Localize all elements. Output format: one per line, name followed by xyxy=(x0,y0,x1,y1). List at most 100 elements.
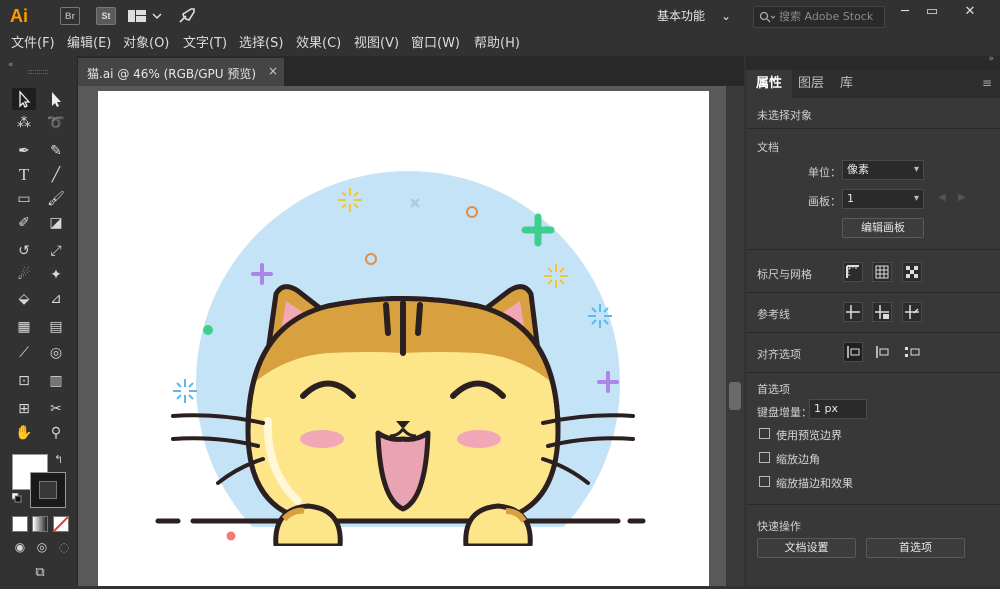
panel-menu-icon[interactable]: ≡ xyxy=(982,76,992,90)
grid-icon[interactable] xyxy=(872,262,892,282)
stock-button[interactable]: St xyxy=(96,7,116,25)
document-tab-label: 猫.ai @ 46% (RGB/GPU 预览) xyxy=(87,67,257,81)
align-to-key-object-icon[interactable] xyxy=(872,342,892,362)
edit-artboards-button[interactable]: 编辑画板 xyxy=(842,218,924,238)
pen-tool-icon[interactable]: ✒ xyxy=(12,140,36,162)
restore-button[interactable]: ▭ xyxy=(920,4,944,20)
document-tab[interactable]: 猫.ai @ 46% (RGB/GPU 预览) × xyxy=(78,58,284,86)
menu-select[interactable]: 选择(S) xyxy=(239,36,283,52)
menu-edit[interactable]: 编辑(E) xyxy=(67,36,111,52)
lasso-tool-icon[interactable]: ➰ xyxy=(44,112,68,134)
rectangle-tool-icon[interactable]: ▭ xyxy=(12,188,36,210)
gradient-tool-icon[interactable]: ▤ xyxy=(44,316,68,338)
scale-tool-icon[interactable]: ⤢ xyxy=(44,240,68,262)
tools-panel: « ⁂ ➰ ✒ ✎ T ╱ ▭ 🖌 ✐ ◪ ↺ ⤢ ☄ ✦ ⬙ ⊿ ▦ ▤ ⟋ … xyxy=(0,56,78,586)
quick-actions-title: 快速操作 xyxy=(757,520,801,533)
swap-fill-stroke-icon[interactable]: ↰ xyxy=(54,453,63,466)
rotate-tool-icon[interactable]: ↺ xyxy=(12,240,36,262)
none-mode-icon[interactable] xyxy=(53,516,69,532)
perspective-grid-tool-icon[interactable]: ⊿ xyxy=(44,288,68,310)
menu-object[interactable]: 对象(O) xyxy=(123,36,169,52)
units-select[interactable]: 像素 ▾ xyxy=(842,160,924,180)
paintbrush-tool-icon[interactable]: 🖌 xyxy=(44,188,68,210)
artboard-select[interactable]: 1 ▾ xyxy=(842,189,924,209)
puppet-warp-tool-icon[interactable]: ✦ xyxy=(44,264,68,286)
artboard[interactable] xyxy=(98,91,709,589)
chevron-down-icon: ⌄ xyxy=(721,9,732,23)
layout-grid-icon xyxy=(128,10,162,22)
keyboard-increment-input[interactable]: 1 px xyxy=(809,399,867,419)
zoom-tool-icon[interactable]: ⚲ xyxy=(44,422,68,444)
tab-layers[interactable]: 图层 xyxy=(788,70,834,98)
draw-normal-icon[interactable]: ◉ xyxy=(8,536,32,558)
vertical-scrollbar[interactable] xyxy=(726,86,744,586)
mesh-tool-icon[interactable]: ▦ xyxy=(12,316,36,338)
expand-panel-icon[interactable]: » xyxy=(988,54,994,64)
scale-corners-label: 缩放边角 xyxy=(776,453,820,466)
arrange-documents-button[interactable] xyxy=(128,9,166,23)
menu-file[interactable]: 文件(F) xyxy=(11,36,55,52)
chevron-down-icon: ▾ xyxy=(913,193,919,204)
close-icon[interactable]: × xyxy=(268,64,278,78)
smart-guides-icon[interactable] xyxy=(902,302,922,322)
preferences-title: 首选项 xyxy=(757,383,790,396)
gpu-performance-button[interactable] xyxy=(176,6,198,26)
preferences-button[interactable]: 首选项 xyxy=(866,538,965,558)
menu-help[interactable]: 帮助(H) xyxy=(474,36,520,52)
shaper-tool-icon[interactable]: ✐ xyxy=(12,212,36,234)
next-artboard-icon[interactable]: ▶ xyxy=(958,192,966,203)
minimize-button[interactable]: ─ xyxy=(893,4,917,20)
title-bar: Ai Br St 基本功能 ⌄ 搜索 Adobe Stock ─ ▭ ✕ xyxy=(0,0,1000,32)
collapse-panel-icon[interactable]: « xyxy=(8,60,14,70)
menu-type[interactable]: 文字(T) xyxy=(183,36,227,52)
slice-tool-icon[interactable]: ✂ xyxy=(44,398,68,420)
tab-libraries[interactable]: 库 xyxy=(830,70,863,98)
canvas-area[interactable] xyxy=(78,86,726,589)
draw-behind-icon[interactable]: ◎ xyxy=(30,536,54,558)
gradient-mode-icon[interactable] xyxy=(32,516,48,532)
symbol-sprayer-tool-icon[interactable]: ⊡ xyxy=(12,370,36,392)
tab-properties[interactable]: 属性 xyxy=(746,70,793,98)
align-to-selection-icon[interactable] xyxy=(843,342,863,362)
eraser-tool-icon[interactable]: ◪ xyxy=(44,212,68,234)
lock-guides-icon[interactable] xyxy=(872,302,892,322)
workspace-switcher[interactable]: 基本功能 ⌄ xyxy=(657,7,737,25)
menu-window[interactable]: 窗口(W) xyxy=(411,36,460,52)
menu-effect[interactable]: 效果(C) xyxy=(296,36,341,52)
close-window-button[interactable]: ✕ xyxy=(958,4,982,20)
eyedropper-tool-icon[interactable]: ⟋ xyxy=(12,342,36,364)
blend-tool-icon[interactable]: ◎ xyxy=(44,342,68,364)
scrollbar-thumb[interactable] xyxy=(729,382,741,410)
bridge-button[interactable]: Br xyxy=(60,7,80,25)
curvature-tool-icon[interactable]: ✎ xyxy=(44,140,68,162)
stock-search-input[interactable]: 搜索 Adobe Stock xyxy=(753,6,885,28)
magic-wand-tool-icon[interactable]: ⁂ xyxy=(12,112,36,134)
document-setup-button[interactable]: 文档设置 xyxy=(757,538,856,558)
screen-mode-icon[interactable]: ⧉ xyxy=(28,562,52,584)
hand-tool-icon[interactable]: ✋ xyxy=(12,422,36,444)
panel-grip[interactable] xyxy=(28,70,48,74)
show-guides-icon[interactable] xyxy=(843,302,863,322)
line-tool-icon[interactable]: ╱ xyxy=(44,164,68,186)
type-tool-icon[interactable]: T xyxy=(12,164,36,186)
shape-builder-tool-icon[interactable]: ⬙ xyxy=(12,288,36,310)
stroke-swatch[interactable] xyxy=(30,472,66,508)
align-to-artboard-icon[interactable] xyxy=(902,342,922,362)
menu-view[interactable]: 视图(V) xyxy=(354,36,399,52)
app-logo: Ai xyxy=(10,6,28,26)
warp-tool-icon[interactable]: ☄ xyxy=(12,264,36,286)
default-colors-icon[interactable] xyxy=(11,492,22,503)
scale-corners-checkbox[interactable] xyxy=(759,452,770,463)
align-options-title: 对齐选项 xyxy=(757,348,801,361)
transparency-grid-icon[interactable] xyxy=(902,262,922,282)
draw-inside-icon[interactable]: ◌ xyxy=(52,536,76,558)
column-graph-tool-icon[interactable]: ▥ xyxy=(44,370,68,392)
selection-tool-icon[interactable] xyxy=(12,88,36,110)
artboard-tool-icon[interactable]: ⊞ xyxy=(12,398,36,420)
direct-selection-tool-icon[interactable] xyxy=(44,88,68,110)
ruler-icon[interactable] xyxy=(843,262,863,282)
prev-artboard-icon[interactable]: ◀ xyxy=(938,192,946,203)
color-mode-icon[interactable] xyxy=(12,516,28,532)
scale-strokes-effects-checkbox[interactable] xyxy=(759,476,770,487)
use-preview-bounds-checkbox[interactable] xyxy=(759,428,770,439)
